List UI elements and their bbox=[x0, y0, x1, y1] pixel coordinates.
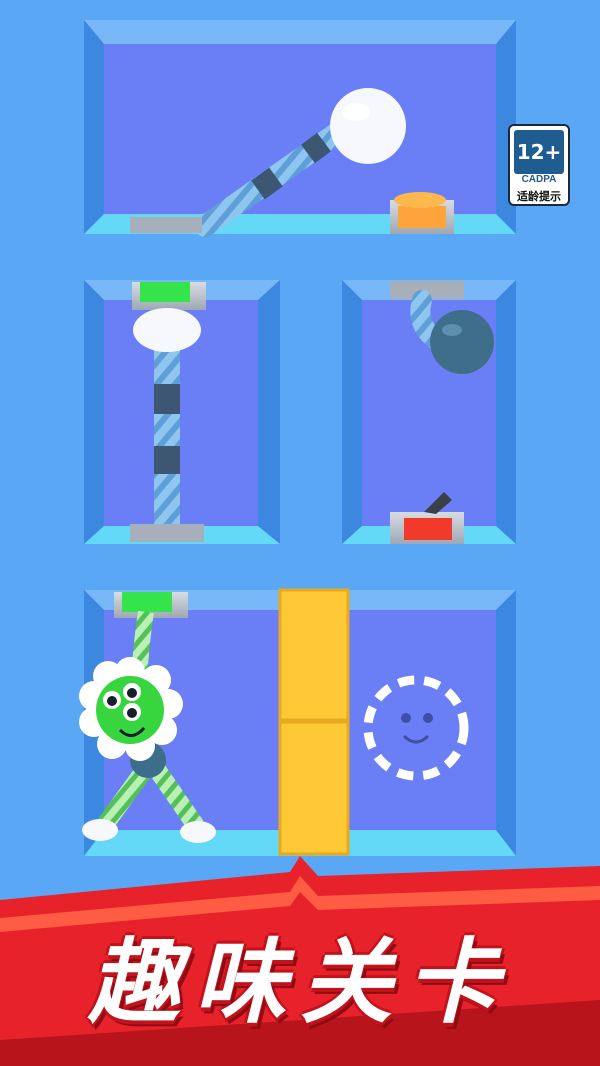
age-rating-badge: 12+ CADPA 适龄提示 bbox=[508, 124, 570, 206]
banner-title: 趣味关卡 bbox=[87, 929, 512, 1036]
green-button-middle[interactable] bbox=[132, 282, 206, 310]
age-rating-org: CADPA bbox=[521, 174, 557, 185]
rope-middle-left bbox=[154, 340, 180, 530]
age-rating-tip: 适龄提示 bbox=[517, 190, 561, 203]
dark-ball[interactable] bbox=[430, 310, 494, 374]
white-ball-middle[interactable] bbox=[133, 308, 201, 352]
age-rating-value: 12+ bbox=[514, 130, 564, 174]
rope-anchor-middle bbox=[130, 524, 204, 542]
white-ball-top[interactable] bbox=[330, 88, 406, 164]
orange-button[interactable] bbox=[390, 192, 454, 234]
rope-anchor-top bbox=[130, 217, 202, 233]
yellow-blocks[interactable] bbox=[278, 588, 350, 856]
